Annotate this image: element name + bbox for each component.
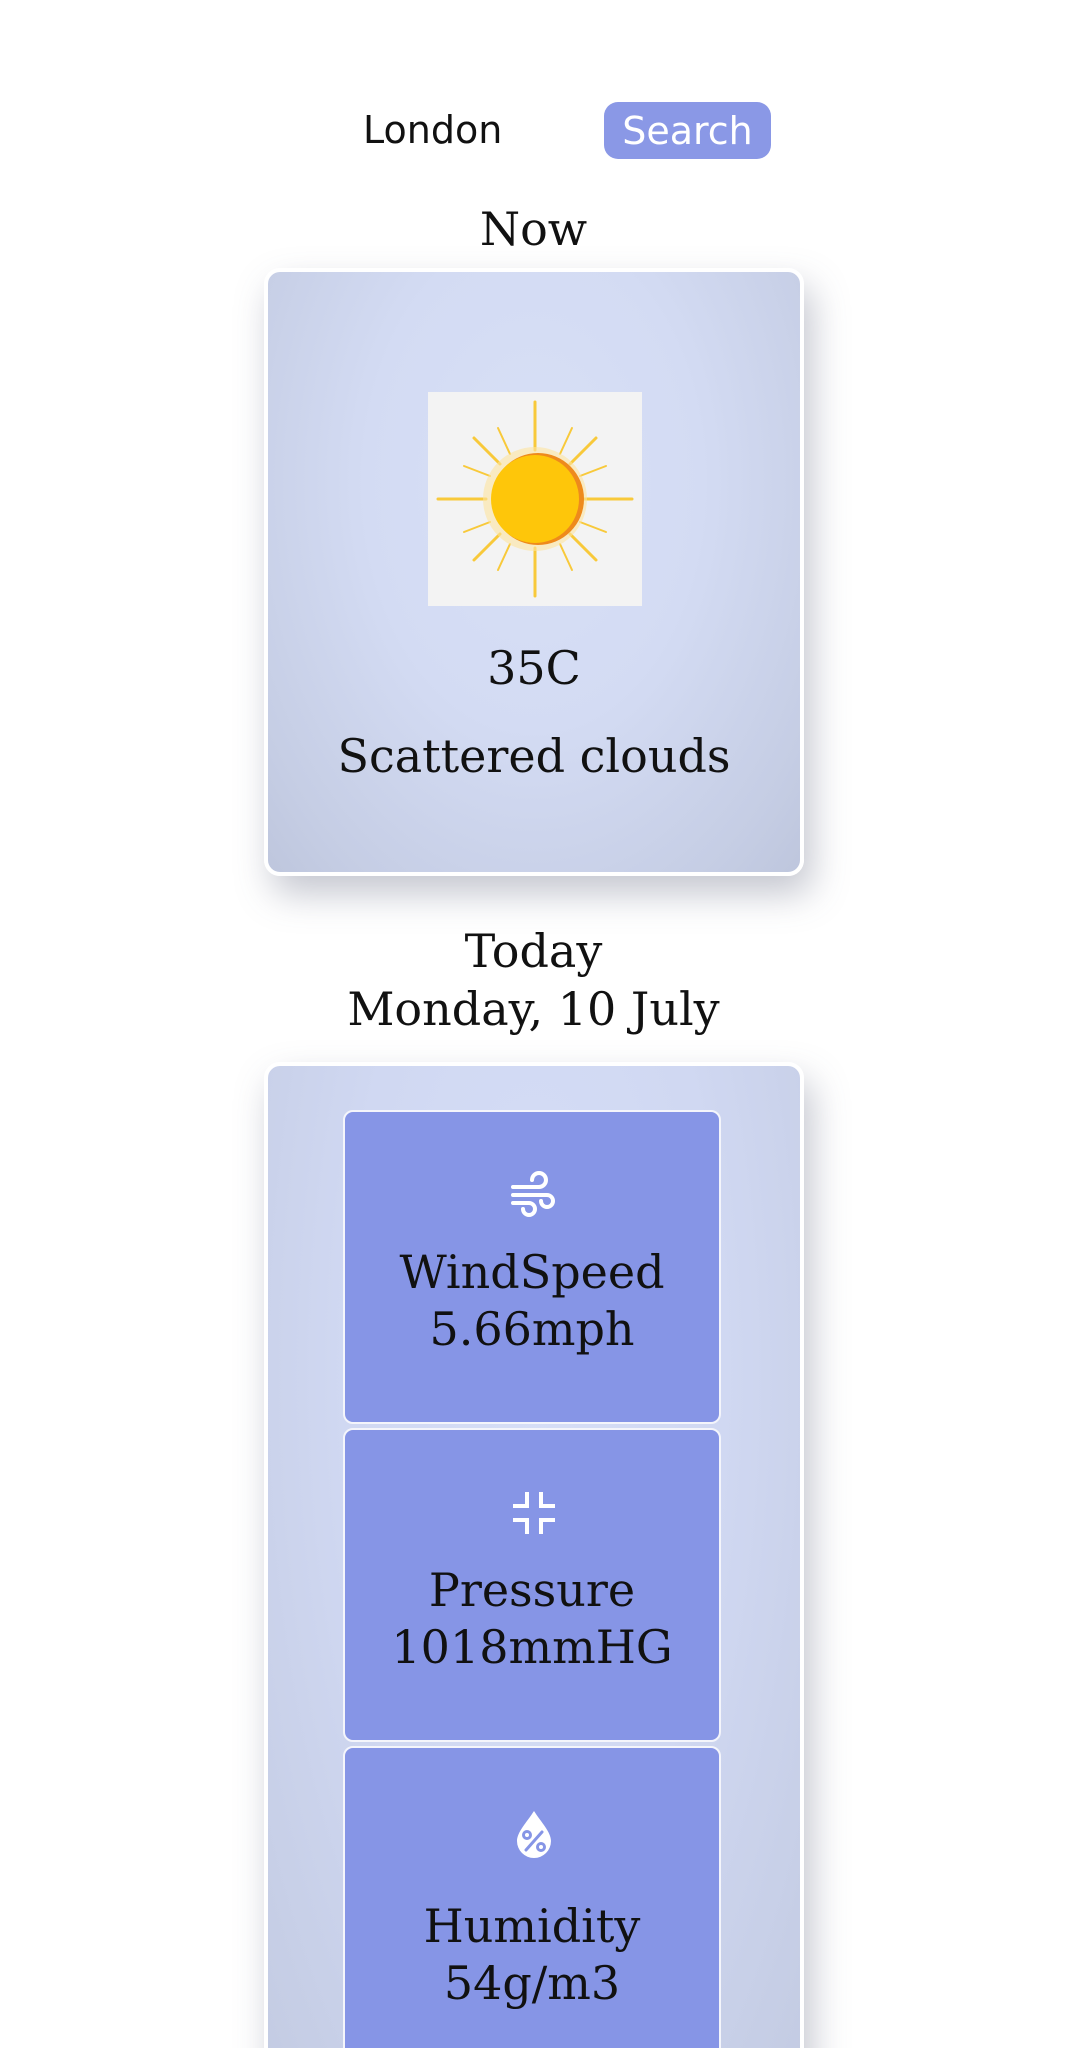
current-temperature: 35C [487,641,581,695]
wind-speed-value: 5.66mph [429,1302,635,1356]
sun-icon [436,400,634,598]
pressure-tile: Pressure 1018mmHG [343,1428,721,1742]
today-details-card: WindSpeed 5.66mph Pressure 1018mmHG Humi… [264,1062,804,2048]
city-search-input[interactable] [355,100,555,160]
wind-speed-label: WindSpeed [399,1245,665,1299]
humidity-tile: Humidity 54g/m3 [343,1746,721,2048]
humidity-icon [517,1811,551,1858]
current-weather-card: 35C Scattered clouds [264,268,804,876]
humidity-value: 54g/m3 [443,1956,621,2010]
wind-icon [511,1171,555,1217]
now-heading: Now [479,202,588,256]
wind-speed-tile: WindSpeed 5.66mph [343,1110,721,1424]
weather-description: Scattered clouds [337,729,731,783]
date-heading: Monday, 10 July [347,982,720,1036]
search-bar: Search [0,100,1067,160]
pressure-icon [513,1492,555,1534]
humidity-label: Humidity [423,1899,641,1953]
weather-image [428,392,642,606]
today-heading: Today [464,924,603,978]
pressure-label: Pressure [428,1563,636,1617]
search-button[interactable]: Search [604,102,771,159]
pressure-value: 1018mmHG [391,1620,673,1674]
